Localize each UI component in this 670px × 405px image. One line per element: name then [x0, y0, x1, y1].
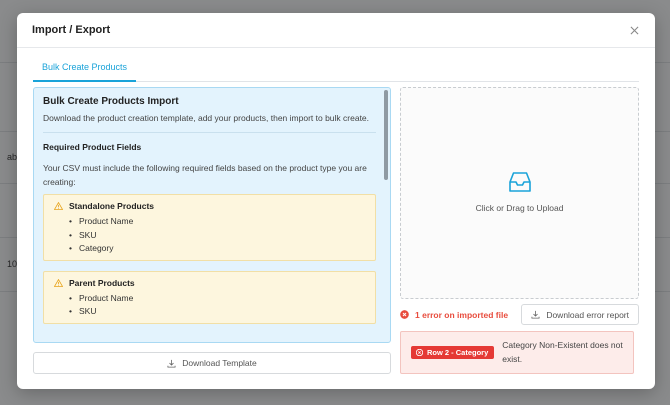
- modal-header: Import / Export: [17, 13, 655, 48]
- error-message: Category Non-Existent does not exist.: [502, 340, 623, 364]
- close-icon: [630, 26, 638, 34]
- download-icon: [167, 359, 176, 368]
- close-button[interactable]: [627, 23, 641, 37]
- error-summary-row: 1 error on imported file Download error …: [400, 304, 639, 325]
- download-error-report-label: Download error report: [546, 309, 629, 320]
- list-item: Product Name: [69, 215, 367, 229]
- warning-icon: [54, 202, 63, 210]
- required-fields-description: Your CSV must include the following requ…: [43, 163, 367, 187]
- divider: [43, 132, 376, 133]
- modal-title: Import / Export: [32, 24, 111, 36]
- upload-label: Click or Drag to Upload: [475, 203, 564, 213]
- error-circle-icon: [400, 310, 409, 319]
- info-panel: Bulk Create Products Import Download the…: [33, 87, 391, 343]
- error-row-badge: Row 2 - Category: [411, 346, 495, 359]
- tab-bar: Bulk Create Products: [33, 54, 639, 82]
- upload-dropzone[interactable]: Click or Drag to Upload: [400, 87, 639, 299]
- download-template-button[interactable]: Download Template: [33, 352, 391, 374]
- error-row-badge-label: Row 2 - Category: [427, 348, 489, 357]
- import-export-modal: Import / Export Bulk Create Products Bul…: [17, 13, 655, 389]
- download-error-report-button[interactable]: Download error report: [521, 304, 639, 325]
- standalone-products-box: Standalone Products Product Name SKU Cat…: [43, 194, 376, 261]
- parent-products-title: Parent Products: [69, 277, 135, 288]
- list-item: Category: [69, 242, 367, 256]
- list-item: SKU: [69, 229, 367, 243]
- error-summary-text: 1 error on imported file: [415, 309, 509, 320]
- error-summary: 1 error on imported file: [400, 310, 508, 320]
- tab-bulk-create-products[interactable]: Bulk Create Products: [33, 54, 137, 82]
- download-icon: [531, 310, 540, 319]
- parent-products-box: Parent Products Product Name SKU: [43, 270, 376, 324]
- list-item: Product Name: [69, 292, 367, 306]
- error-circle-icon: [416, 349, 423, 356]
- warning-icon: [54, 278, 63, 287]
- inbox-icon: [508, 172, 531, 192]
- info-panel-title: Bulk Create Products Import: [43, 96, 179, 107]
- standalone-products-title: Standalone Products: [69, 201, 155, 211]
- list-item: SKU: [69, 305, 367, 319]
- error-detail-item: Row 2 - Category Category Non-Existent d…: [400, 331, 634, 374]
- required-fields-title: Required Product Fields: [43, 142, 142, 152]
- download-template-label: Download Template: [182, 358, 257, 368]
- scrollbar[interactable]: [384, 90, 388, 180]
- info-panel-description: Download the product creation template, …: [43, 113, 370, 123]
